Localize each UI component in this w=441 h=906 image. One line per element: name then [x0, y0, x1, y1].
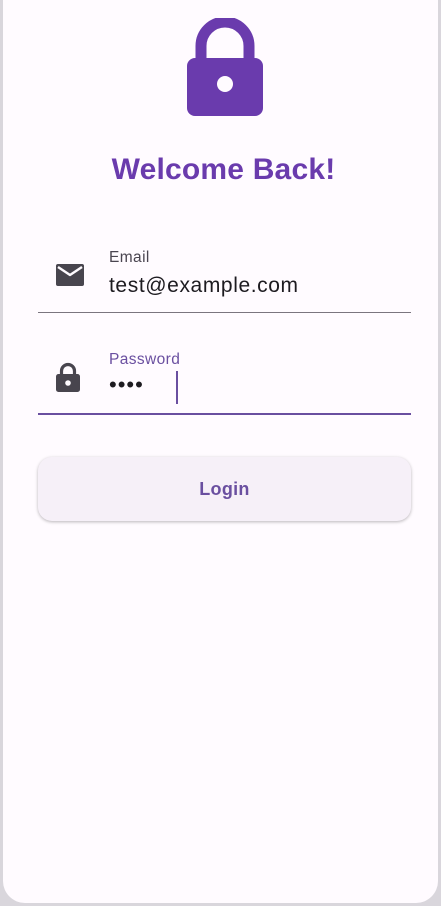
login-screen: Welcome Back! Email test@example.com Pas… [3, 0, 438, 903]
lock-icon [56, 362, 80, 392]
password-underline [38, 413, 411, 415]
email-input[interactable]: test@example.com [109, 274, 299, 298]
login-button[interactable]: Login [38, 457, 411, 521]
text-cursor [176, 371, 178, 404]
email-underline [38, 312, 411, 313]
mail-icon [56, 264, 84, 286]
lock-icon [187, 18, 263, 116]
password-field[interactable]: Password •••• [38, 347, 411, 417]
email-label: Email [109, 249, 150, 266]
email-field[interactable]: Email test@example.com [38, 245, 411, 315]
password-label: Password [109, 351, 181, 368]
password-input[interactable]: •••• [109, 372, 144, 398]
page-title: Welcome Back! [111, 153, 336, 186]
